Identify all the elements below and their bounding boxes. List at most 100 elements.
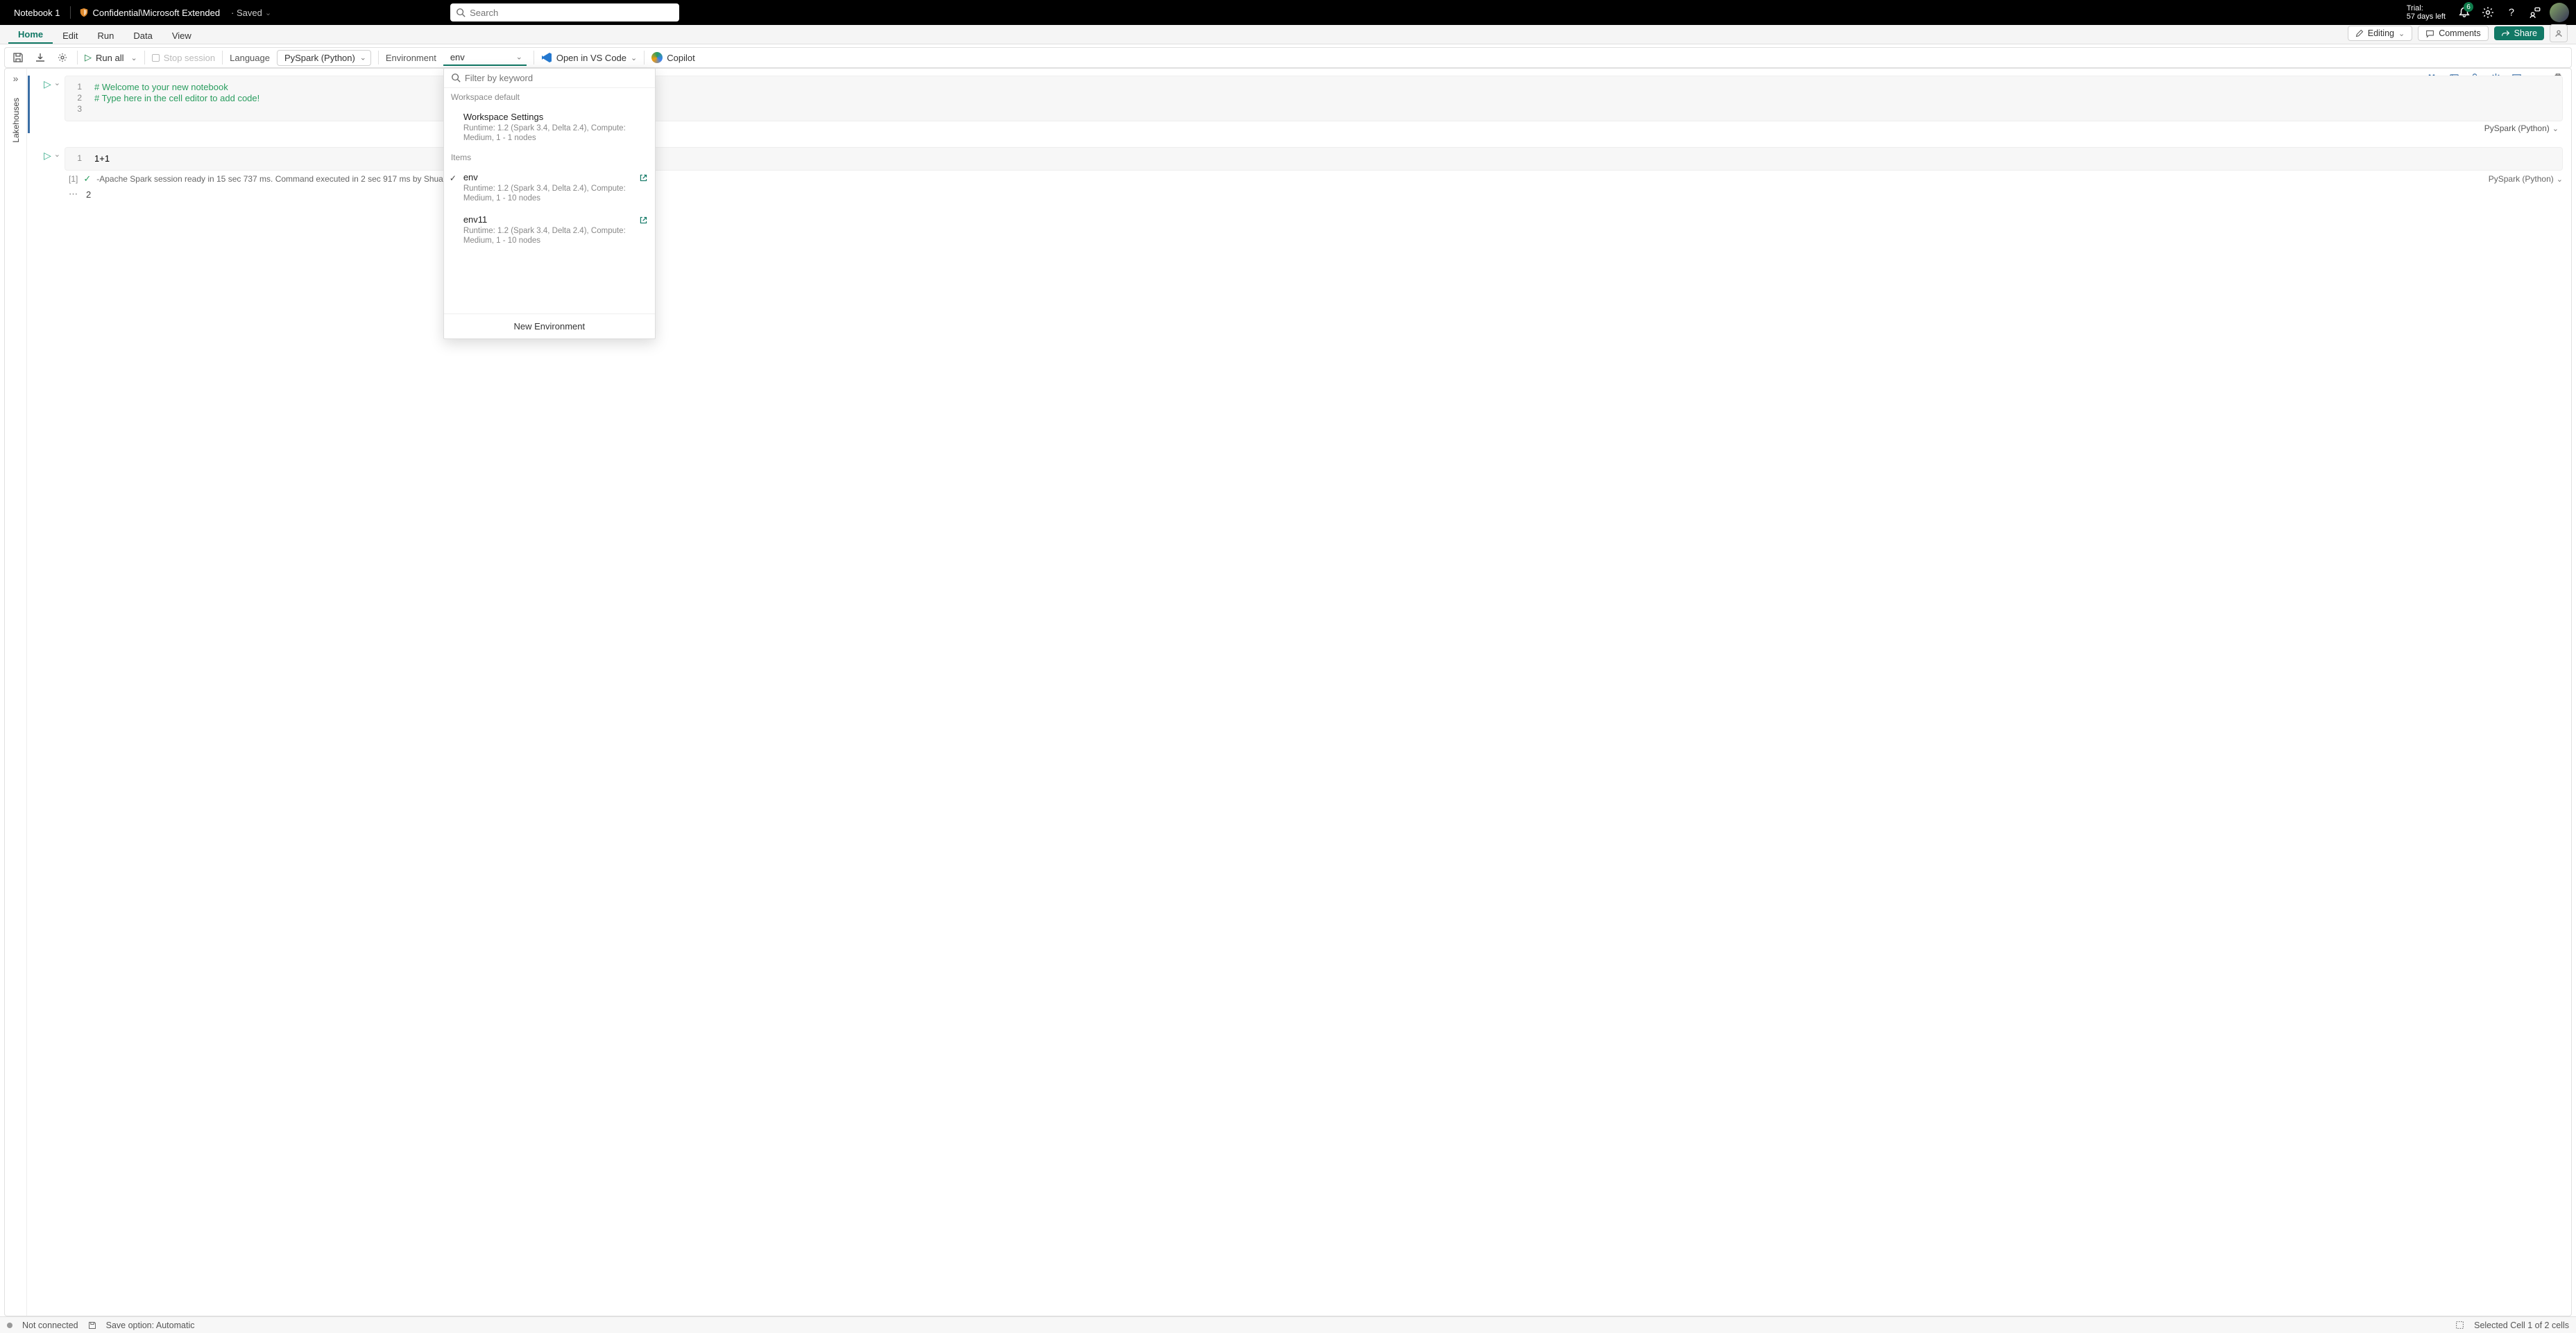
run-cell-button[interactable]: ▷⌄ xyxy=(44,78,60,90)
tab-run[interactable]: Run xyxy=(88,27,124,44)
share-icon xyxy=(2501,29,2510,38)
env-filter-input[interactable] xyxy=(465,73,648,83)
saved-status[interactable]: · Saved ⌄ xyxy=(225,8,277,18)
open-vscode-button[interactable]: Open in VS Code ⌄ xyxy=(541,52,637,63)
save-icon xyxy=(12,52,24,63)
code-cell-2[interactable]: ▷⌄ 1 1+1 [1] ✓ -Apache Spark session rea… xyxy=(30,147,2563,200)
env-workspace-heading: Workspace default xyxy=(444,88,655,106)
search-box[interactable] xyxy=(450,3,679,22)
env-items-heading: Items xyxy=(444,148,655,166)
expand-side-button[interactable]: » xyxy=(13,73,19,84)
env-item-env[interactable]: ✓ env Runtime: 1.2 (Spark 3.4, Delta 2.4… xyxy=(444,166,655,209)
settings-ribbon-button[interactable] xyxy=(55,50,70,65)
tab-data[interactable]: Data xyxy=(123,27,162,44)
cell-language-tag[interactable]: PySpark (Python) ⌄ xyxy=(65,121,2563,133)
selection-status[interactable]: Selected Cell 1 of 2 cells xyxy=(2474,1321,2569,1330)
chevron-down-icon: ⌄ xyxy=(516,53,522,62)
env-ws-name: Workspace Settings xyxy=(463,112,637,122)
chevron-down-icon: ⌄ xyxy=(631,53,637,62)
open-external-icon[interactable] xyxy=(639,173,648,182)
avatar[interactable] xyxy=(2550,3,2569,22)
comments-button[interactable]: Comments xyxy=(2418,26,2488,41)
env-ws-sub: Runtime: 1.2 (Spark 3.4, Delta 2.4), Com… xyxy=(463,123,637,143)
trial-indicator[interactable]: Trial: 57 days left xyxy=(2407,4,2446,21)
play-icon: ▷ xyxy=(44,150,51,162)
line-number: 3 xyxy=(72,104,82,114)
tab-view[interactable]: View xyxy=(162,27,201,44)
chevron-down-icon[interactable]: ⌄ xyxy=(54,78,60,90)
vscode-text: Open in VS Code xyxy=(556,53,626,63)
svg-text:?: ? xyxy=(2509,8,2514,19)
tab-home[interactable]: Home xyxy=(8,26,53,44)
chevron-down-icon[interactable]: ⌄ xyxy=(54,150,60,162)
env-item-sub: Runtime: 1.2 (Spark 3.4, Delta 2.4), Com… xyxy=(463,184,637,203)
code-cell-1[interactable]: ▷⌄ 1 # Welcome to your new notebook 2 # … xyxy=(28,76,2563,133)
env-value: env xyxy=(450,52,465,62)
connection-dot-icon xyxy=(7,1323,12,1328)
search-icon xyxy=(456,8,466,17)
play-icon: ▷ xyxy=(44,78,51,90)
save-option-status[interactable]: Save option: Automatic xyxy=(106,1321,195,1330)
tab-edit[interactable]: Edit xyxy=(53,27,87,44)
lang-text: PySpark (Python) xyxy=(2484,123,2550,133)
feedback-button[interactable] xyxy=(2523,1,2547,24)
env-item-name: env11 xyxy=(463,214,637,225)
run-cell-button[interactable]: ▷⌄ xyxy=(44,150,60,162)
notifications-button[interactable]: 6 xyxy=(2453,1,2476,24)
language-label: Language xyxy=(230,53,270,63)
vscode-icon xyxy=(541,52,552,63)
separator xyxy=(222,51,223,64)
env-workspace-settings[interactable]: Workspace Settings Runtime: 1.2 (Spark 3… xyxy=(444,106,655,148)
settings-button[interactable] xyxy=(2476,1,2500,24)
line-number: 2 xyxy=(72,93,82,103)
success-icon: ✓ xyxy=(83,173,91,184)
language-dropdown[interactable]: PySpark (Python) ⌄ xyxy=(277,50,371,66)
line-number: 1 xyxy=(72,153,82,163)
stop-text: Stop session xyxy=(164,53,215,63)
copilot-icon xyxy=(651,52,663,63)
selection-icon xyxy=(2455,1321,2464,1330)
side-column: » Lakehouses xyxy=(5,69,27,1316)
people-icon xyxy=(2554,28,2564,38)
search-icon xyxy=(451,73,461,83)
chevron-down-icon: ⌄ xyxy=(265,8,271,17)
output-menu-icon[interactable]: ⋯ xyxy=(69,189,79,200)
code-editor[interactable]: 1 # Welcome to your new notebook 2 # Typ… xyxy=(65,76,2563,121)
copilot-text: Copilot xyxy=(667,53,694,63)
play-icon: ▷ xyxy=(85,52,92,63)
help-icon: ? xyxy=(2505,6,2518,19)
code-editor[interactable]: 1 1+1 xyxy=(65,147,2563,171)
language-value: PySpark (Python) xyxy=(284,53,355,63)
stop-session-button[interactable]: Stop session xyxy=(152,53,215,63)
run-all-button[interactable]: ▷ Run all xyxy=(85,52,123,63)
sensitivity-label[interactable]: Confidential\Microsoft Extended xyxy=(74,8,226,18)
environment-label: Environment xyxy=(386,53,436,63)
env-item-env11[interactable]: env11 Runtime: 1.2 (Spark 3.4, Delta 2.4… xyxy=(444,209,655,251)
copilot-button[interactable]: Copilot xyxy=(651,52,694,63)
save-button[interactable] xyxy=(10,50,26,65)
new-environment-button[interactable]: New Environment xyxy=(444,313,655,338)
share-button[interactable]: Share xyxy=(2494,26,2544,40)
notification-badge: 6 xyxy=(2464,2,2473,12)
ribbon-tabs: Home Edit Run Data View Editing ⌄ Commen… xyxy=(0,25,2576,44)
connection-status[interactable]: Not connected xyxy=(22,1321,78,1330)
cell-language-tag[interactable]: PySpark (Python) ⌄ xyxy=(2489,174,2563,184)
chevron-down-icon: ⌄ xyxy=(2557,175,2563,184)
gear-icon xyxy=(57,52,68,63)
editing-mode-text: Editing xyxy=(2368,28,2394,38)
side-lakehouses-label[interactable]: Lakehouses xyxy=(11,98,21,143)
comment-icon xyxy=(2425,29,2434,38)
notebook-title[interactable]: Notebook 1 xyxy=(7,8,67,18)
run-all-chevron[interactable]: ⌄ xyxy=(130,53,137,62)
help-button[interactable]: ? xyxy=(2500,1,2523,24)
stop-icon xyxy=(152,54,160,62)
presence-button[interactable] xyxy=(2550,24,2568,42)
editing-mode-button[interactable]: Editing ⌄ xyxy=(2348,26,2412,41)
status-bar: Not connected Save option: Automatic Sel… xyxy=(0,1316,2576,1333)
gear-icon xyxy=(2482,6,2494,19)
download-button[interactable] xyxy=(33,50,48,65)
search-input[interactable] xyxy=(470,8,674,18)
open-external-icon[interactable] xyxy=(639,216,648,225)
notebook-main: » Lakehouses M↓ ⋯ ▷⌄ 1 # Welcome to your… xyxy=(4,68,2572,1316)
environment-dropdown[interactable]: env ⌄ xyxy=(443,50,527,66)
